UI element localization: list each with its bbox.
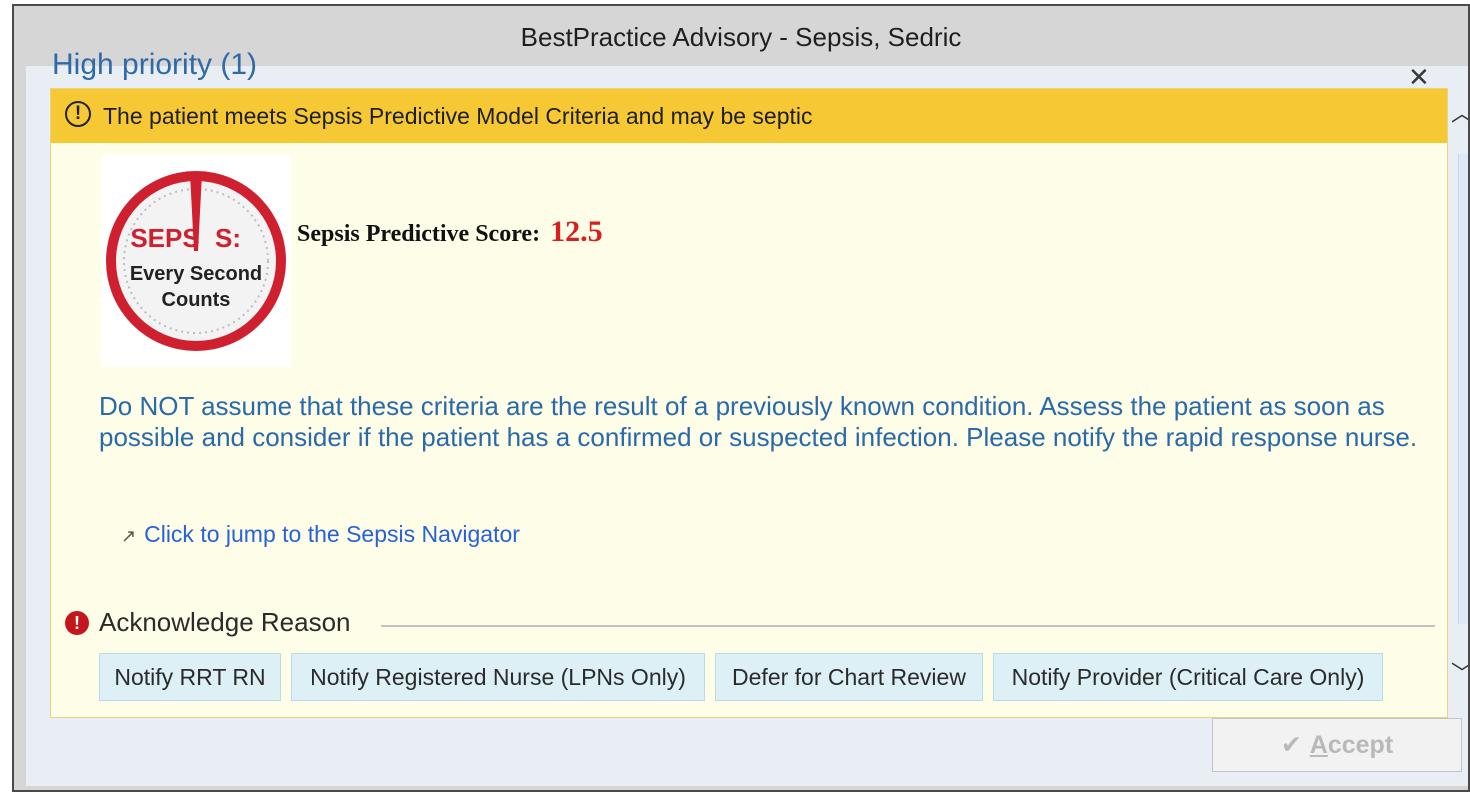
scrollbar[interactable]: ︿ ﹀	[1450, 88, 1468, 728]
accept-label-mnemonic: A	[1309, 731, 1328, 759]
alert-header-text: The patient meets Sepsis Predictive Mode…	[103, 103, 813, 129]
score-value: 12.5	[550, 215, 603, 248]
checkmark-icon: ✔	[1280, 731, 1302, 759]
logo-word-right: S:	[215, 223, 241, 253]
warning-icon: !	[65, 101, 91, 127]
section-title: High priority (1)	[52, 48, 258, 81]
advisory-message: Do NOT assume that these criteria are th…	[99, 391, 1418, 452]
sepsis-score: Sepsis Predictive Score: 12.5	[297, 215, 603, 249]
reason-button-defer-chart-review[interactable]: Defer for Chart Review	[715, 653, 983, 701]
alert-box: ! The patient meets Sepsis Predictive Mo…	[50, 88, 1448, 718]
reason-button-notify-rrt-rn[interactable]: Notify RRT RN	[99, 653, 281, 701]
accept-button[interactable]: ✔ Accept	[1212, 718, 1462, 772]
window-title: BestPractice Advisory - Sepsis, Sedric	[520, 22, 962, 52]
acknowledge-label: Acknowledge Reason	[99, 607, 351, 637]
navigator-link-text: Click to jump to the Sepsis Navigator	[144, 521, 520, 547]
scroll-up-icon[interactable]: ︿	[1450, 96, 1468, 126]
acknowledge-section: ! Acknowledge Reason	[65, 607, 1435, 643]
divider	[381, 625, 1435, 627]
logo-line3: Counts	[162, 289, 231, 311]
logo-word-left: SEPS	[130, 223, 199, 253]
sepsis-logo: SEPS S: Every Second Counts	[101, 155, 291, 367]
jump-arrow-icon: ↗	[121, 526, 137, 546]
score-label: Sepsis Predictive Score:	[297, 221, 541, 247]
advisory-content: High priority (1) ✕ ! The patient meets …	[26, 48, 1468, 786]
required-icon: !	[65, 611, 89, 635]
scrollbar-thumb[interactable]	[1458, 154, 1468, 624]
sepsis-navigator-link[interactable]: ↗ Click to jump to the Sepsis Navigator	[121, 521, 520, 548]
scroll-down-icon[interactable]: ﹀	[1450, 656, 1468, 686]
reason-button-notify-registered-nurse[interactable]: Notify Registered Nurse (LPNs Only)	[291, 653, 705, 701]
logo-line2: Every Second	[130, 263, 262, 285]
accept-label-rest: ccept	[1327, 731, 1394, 759]
reason-button-notify-provider[interactable]: Notify Provider (Critical Care Only)	[993, 653, 1383, 701]
alert-header: ! The patient meets Sepsis Predictive Mo…	[51, 89, 1447, 143]
advisory-window: BestPractice Advisory - Sepsis, Sedric H…	[12, 4, 1470, 792]
